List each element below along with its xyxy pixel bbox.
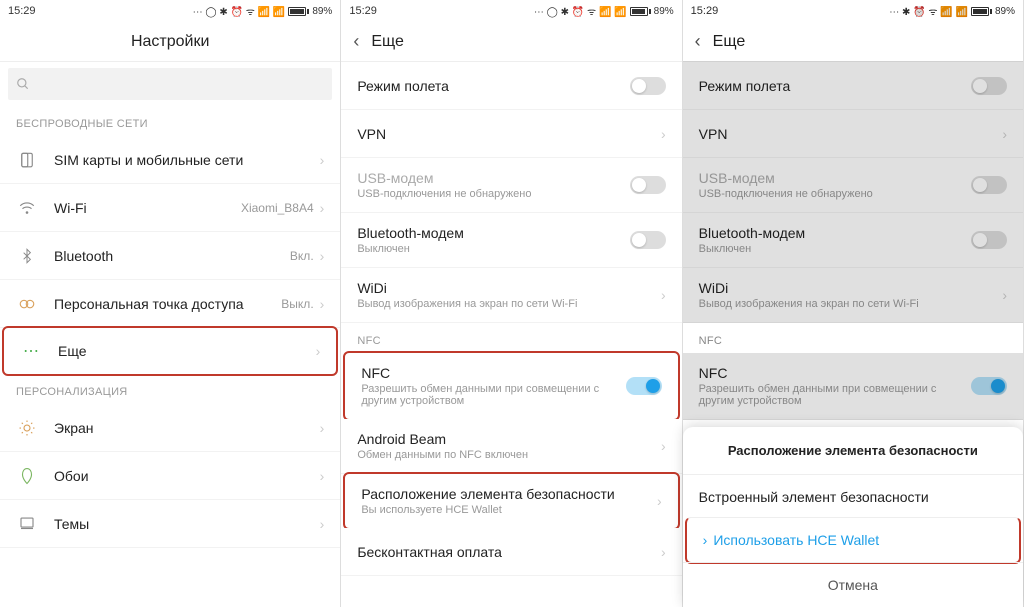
- airplane-toggle: [971, 77, 1007, 95]
- item-sim[interactable]: SIM карты и мобильные сети ›: [0, 136, 340, 184]
- page-title: Настройки: [131, 33, 209, 51]
- bt-modem-toggle: [971, 231, 1007, 249]
- back-button[interactable]: ‹: [353, 31, 359, 52]
- status-time: 15:29: [8, 5, 36, 17]
- item-bt-modem[interactable]: Bluetooth-модемВыключен: [341, 213, 681, 268]
- item-beam[interactable]: Android BeamОбмен данными по NFC включен…: [341, 419, 681, 474]
- page-title: Еще: [713, 33, 746, 51]
- item-airplane[interactable]: Режим полета: [341, 62, 681, 110]
- search-icon: [16, 77, 30, 91]
- header: Настройки: [0, 22, 340, 62]
- item-usb: USB-модемUSB-подключения не обнаружено: [341, 158, 681, 213]
- item-widi[interactable]: WiDiВывод изображения на экран по сети W…: [341, 268, 681, 323]
- sheet-option-hce[interactable]: ›Использовать HCE Wallet: [685, 517, 1021, 564]
- item-widi: WiDiВывод изображения на экран по сети W…: [683, 268, 1023, 323]
- chevron-right-icon: ›: [320, 200, 325, 216]
- sheet-cancel[interactable]: Отмена: [683, 562, 1023, 607]
- hotspot-icon: [16, 293, 38, 315]
- nfc-toggle: [971, 377, 1007, 395]
- wallpaper-icon: [16, 465, 38, 487]
- usb-toggle: [630, 176, 666, 194]
- hotspot-value: Выкл.: [281, 297, 313, 311]
- check-icon: ›: [703, 532, 708, 548]
- status-bar: 15:29 ⋯ ✱ ⏰ ᯤ 📶 📶 89%: [683, 0, 1023, 22]
- chevron-right-icon: ›: [316, 343, 321, 359]
- usb-toggle: [971, 176, 1007, 194]
- wifi-icon: [16, 197, 38, 219]
- status-time: 15:29: [349, 5, 377, 17]
- chevron-right-icon: ›: [320, 420, 325, 436]
- section-nfc: NFC: [341, 323, 681, 353]
- item-security-element[interactable]: Расположение элемента безопасностиВы исп…: [343, 472, 679, 530]
- item-wallpaper[interactable]: Обои ›: [0, 452, 340, 500]
- chevron-right-icon: ›: [657, 493, 662, 509]
- chevron-right-icon: ›: [320, 152, 325, 168]
- item-contactless[interactable]: Бесконтактная оплата ›: [341, 528, 681, 576]
- bluetooth-icon: [16, 245, 38, 267]
- more-icon: ⋯: [20, 340, 42, 362]
- chevron-right-icon: ›: [320, 516, 325, 532]
- chevron-right-icon: ›: [661, 544, 666, 560]
- chevron-right-icon: ›: [320, 248, 325, 264]
- search-input[interactable]: [8, 68, 332, 100]
- item-more[interactable]: ⋯ Еще ›: [2, 326, 338, 376]
- page-title: Еще: [371, 33, 404, 51]
- status-bar: 15:29 ⋯ ◯ ✱ ⏰ ᯤ 📶 📶 89%: [341, 0, 681, 22]
- chevron-right-icon: ›: [661, 438, 666, 454]
- item-nfc[interactable]: NFCРазрешить обмен данными при совмещени…: [343, 351, 679, 421]
- bt-modem-toggle[interactable]: [630, 231, 666, 249]
- item-airplane: Режим полета: [683, 62, 1023, 110]
- item-themes[interactable]: Темы ›: [0, 500, 340, 548]
- item-vpn: VPN ›: [683, 110, 1023, 158]
- brightness-icon: [16, 417, 38, 439]
- header: ‹ Еще: [341, 22, 681, 62]
- phone-sheet: 15:29 ⋯ ✱ ⏰ ᯤ 📶 📶 89% ‹ Еще Режим полета…: [683, 0, 1024, 607]
- status-icons: ⋯ ◯ ✱ ⏰ ᯤ 📶 📶 89%: [534, 4, 674, 18]
- status-icons: ⋯ ◯ ✱ ⏰ ᯤ 📶 📶 89%: [193, 4, 333, 18]
- status-icons: ⋯ ✱ ⏰ ᯤ 📶 📶 89%: [889, 4, 1015, 18]
- chevron-right-icon: ›: [661, 126, 666, 142]
- status-bar: 15:29 ⋯ ◯ ✱ ⏰ ᯤ 📶 📶 89%: [0, 0, 340, 22]
- chevron-right-icon: ›: [1002, 126, 1007, 142]
- chevron-right-icon: ›: [1002, 287, 1007, 303]
- chevron-right-icon: ›: [320, 296, 325, 312]
- chevron-right-icon: ›: [320, 468, 325, 484]
- section-wireless: БЕСПРОВОДНЫЕ СЕТИ: [0, 106, 340, 136]
- themes-icon: [16, 513, 38, 535]
- dimmed-background: 15:29 ⋯ ✱ ⏰ ᯤ 📶 📶 89% ‹ Еще Режим полета…: [683, 0, 1023, 420]
- item-bluetooth[interactable]: Bluetooth Вкл. ›: [0, 232, 340, 280]
- header: ‹ Еще: [683, 22, 1023, 62]
- wifi-value: Xiaomi_B8A4: [241, 201, 314, 215]
- item-usb: USB-модемUSB-подключения не обнаружено: [683, 158, 1023, 213]
- item-wifi[interactable]: Wi-Fi Xiaomi_B8A4 ›: [0, 184, 340, 232]
- item-screen[interactable]: Экран ›: [0, 404, 340, 452]
- bottom-sheet: Расположение элемента безопасности Встро…: [683, 427, 1023, 607]
- sheet-option-builtin[interactable]: Встроенный элемент безопасности: [683, 474, 1023, 519]
- back-button: ‹: [695, 31, 701, 52]
- sheet-title: Расположение элемента безопасности: [683, 427, 1023, 474]
- item-vpn[interactable]: VPN ›: [341, 110, 681, 158]
- phone-more: 15:29 ⋯ ◯ ✱ ⏰ ᯤ 📶 📶 89% ‹ Еще Режим поле…: [341, 0, 682, 607]
- status-time: 15:29: [691, 5, 719, 17]
- airplane-toggle[interactable]: [630, 77, 666, 95]
- item-nfc: NFCРазрешить обмен данными при совмещени…: [683, 353, 1023, 420]
- sim-icon: [16, 149, 38, 171]
- section-personal: ПЕРСОНАЛИЗАЦИЯ: [0, 374, 340, 404]
- phone-settings: 15:29 ⋯ ◯ ✱ ⏰ ᯤ 📶 📶 89% Настройки БЕСПРО…: [0, 0, 341, 607]
- section-nfc: NFC: [683, 323, 1023, 353]
- chevron-right-icon: ›: [661, 287, 666, 303]
- bt-value: Вкл.: [290, 249, 314, 263]
- item-bt-modem: Bluetooth-модемВыключен: [683, 213, 1023, 268]
- nfc-toggle[interactable]: [626, 377, 662, 395]
- item-hotspot[interactable]: Персональная точка доступа Выкл. ›: [0, 280, 340, 328]
